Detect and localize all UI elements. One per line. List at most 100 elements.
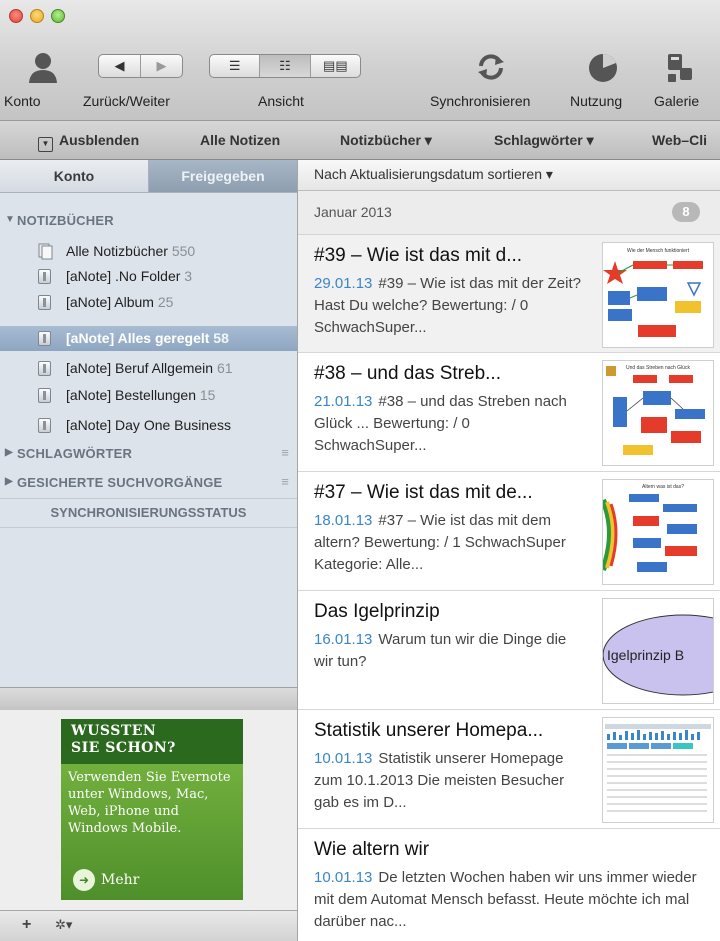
forward-button[interactable]: ▶ bbox=[141, 55, 182, 77]
note-thumbnail: Igelprinzip B bbox=[602, 598, 714, 704]
note-item[interactable]: Das Igelprinzip 16.01.13 Warum tun wir di… bbox=[298, 591, 720, 710]
disclosure-closed-icon: ▶ bbox=[5, 447, 13, 458]
notebook-count: 15 bbox=[199, 387, 216, 403]
note-title: Wie altern wir bbox=[314, 839, 430, 860]
disclosure-closed-icon: ▶ bbox=[5, 476, 13, 487]
note-snippet: 10.01.13 De letzten Wochen haben wir uns … bbox=[314, 867, 709, 933]
note-title: #37 – Wie ist das mit de... bbox=[314, 482, 533, 503]
note-date: 29.01.13 bbox=[314, 275, 373, 292]
month-header: Januar 2013 8 bbox=[298, 191, 720, 235]
arrow-right-icon: ➜ bbox=[73, 869, 95, 891]
sort-menu[interactable]: Nach Aktualisierungsdatum sortieren ▾ bbox=[314, 166, 553, 183]
month-count-badge: 8 bbox=[672, 202, 700, 222]
note-title: Statistik unserer Homepa... bbox=[314, 720, 544, 741]
notebook-label: Alle Notizbücher 550 bbox=[66, 243, 195, 259]
account-label: Konto bbox=[4, 93, 41, 109]
sync-status-button[interactable]: SYNCHRONISIERUNGSSTATUS bbox=[0, 498, 297, 528]
back-button[interactable]: ◀ bbox=[99, 55, 141, 77]
notebook-label: [aNote] .No Folder 3 bbox=[66, 268, 192, 284]
thumbnail-caption: Wie der Mensch funktioniert bbox=[627, 248, 690, 254]
notebook-item[interactable]: [aNote] Bestellungen 15 bbox=[0, 383, 297, 408]
add-button[interactable]: + bbox=[22, 916, 31, 934]
ad-more-label: Mehr bbox=[101, 872, 140, 888]
note-snippet: 29.01.13 #39 – Wie ist das mit der Zeit? … bbox=[314, 273, 586, 339]
web-clip-button[interactable]: Web–Cli bbox=[652, 132, 707, 148]
thumbnail-caption: Altern was ist das? bbox=[642, 484, 684, 490]
notebook-item[interactable]: Alle Notizbücher 550 bbox=[0, 239, 297, 264]
gallery-icon[interactable] bbox=[665, 52, 695, 84]
sidebar-bottom-bar: + ✲▾ bbox=[0, 910, 297, 941]
ad-area: WUSSTEN SIE SCHON? Verwenden Sie Evernote… bbox=[0, 710, 297, 910]
section-menu-icon[interactable]: ≡ bbox=[281, 445, 289, 460]
note-item[interactable]: #38 – und das Streb... 21.01.13 #38 – und… bbox=[298, 353, 720, 472]
snippet-view-button[interactable]: ☷ bbox=[260, 55, 311, 77]
navigation-bar: ▼ Ausblenden Alle Notizen Notizbücher ▾ S… bbox=[0, 121, 720, 160]
saved-searches-section-header[interactable]: ▶ GESICHERTE SUCHVORGÄNGE ≡ bbox=[0, 470, 297, 496]
all-notes-button[interactable]: Alle Notizen bbox=[200, 132, 280, 148]
view-label: Ansicht bbox=[258, 93, 304, 109]
tab-shared[interactable]: Freigegeben bbox=[149, 160, 297, 192]
note-item-selected[interactable]: #39 – Wie ist das mit d... 29.01.13 #39 –… bbox=[298, 235, 720, 353]
hide-panel-icon: ▼ bbox=[38, 137, 53, 152]
tags-section-header[interactable]: ▶ SCHLAGWÖRTER ≡ bbox=[0, 441, 297, 467]
back-forward-control: ◀ ▶ bbox=[98, 54, 183, 78]
note-item[interactable]: Statistik unserer Homepa... 10.01.13 Stat… bbox=[298, 710, 720, 829]
month-label: Januar 2013 bbox=[314, 204, 392, 220]
notebook-name: Alle Notizbücher bbox=[66, 243, 168, 259]
notebook-count: 61 bbox=[216, 360, 233, 376]
note-date: 16.01.13 bbox=[314, 631, 373, 648]
card-view-icon: ▤▤ bbox=[323, 58, 348, 73]
notebook-icon bbox=[38, 388, 51, 403]
did-you-know-ad[interactable]: WUSSTEN SIE SCHON? Verwenden Sie Evernote… bbox=[61, 719, 243, 900]
notebooks-section-header[interactable]: ▼ NOTIZBÜCHER bbox=[0, 208, 297, 234]
tags-menu[interactable]: Schlagwörter ▾ bbox=[494, 132, 594, 149]
list-view-button[interactable]: ☰ bbox=[210, 55, 261, 77]
notebook-icon bbox=[38, 269, 51, 284]
minimize-window-button[interactable] bbox=[30, 9, 44, 23]
ad-text: Verwenden Sie Evernote unter Windows, Ma… bbox=[68, 770, 231, 836]
gear-menu-icon[interactable]: ✲▾ bbox=[55, 917, 72, 933]
zoom-window-button[interactable] bbox=[51, 9, 65, 23]
notebook-label: [aNote] Alles geregelt 58 bbox=[66, 330, 229, 346]
hide-button[interactable]: ▼ Ausblenden bbox=[38, 132, 139, 152]
gallery-label: Galerie bbox=[654, 93, 700, 109]
note-date: 10.01.13 bbox=[314, 750, 373, 767]
notebook-item[interactable]: [aNote] Day One Business bbox=[0, 413, 297, 438]
close-window-button[interactable] bbox=[9, 9, 23, 23]
section-menu-icon[interactable]: ≡ bbox=[281, 474, 289, 489]
note-date: 18.01.13 bbox=[314, 512, 373, 529]
notebook-item[interactable]: [aNote] Album 25 bbox=[0, 290, 297, 315]
thumbnail-caption: Und das Streben nach Glück bbox=[626, 365, 690, 371]
note-item[interactable]: #37 – Wie ist das mit de... 18.01.13 #37 … bbox=[298, 472, 720, 591]
ad-more-link[interactable]: ➜ Mehr bbox=[73, 869, 139, 891]
tab-account[interactable]: Konto bbox=[0, 160, 149, 192]
notebook-item[interactable]: [aNote] .No Folder 3 bbox=[0, 264, 297, 289]
notebook-icon bbox=[38, 295, 51, 310]
card-view-button[interactable]: ▤▤ bbox=[311, 55, 360, 77]
ad-title-line2: SIE SCHON? bbox=[71, 740, 176, 756]
notebook-count: 25 bbox=[157, 294, 174, 310]
ad-title: WUSSTEN SIE SCHON? bbox=[71, 723, 176, 757]
notebooks-menu[interactable]: Notizbücher ▾ bbox=[340, 132, 432, 149]
note-snippet: 10.01.13 Statistik unserer Homepage zum 1… bbox=[314, 748, 586, 814]
sort-bar[interactable]: Nach Aktualisierungsdatum sortieren ▾ bbox=[298, 160, 720, 191]
note-date: 21.01.13 bbox=[314, 393, 373, 410]
notebook-item[interactable]: [aNote] Beruf Allgemein 61 bbox=[0, 356, 297, 381]
snippet-view-icon: ☷ bbox=[279, 58, 291, 73]
notebook-count: 550 bbox=[171, 243, 196, 259]
notebook-count: 58 bbox=[213, 330, 229, 346]
note-date: 10.01.13 bbox=[314, 869, 373, 886]
forward-arrow-icon: ▶ bbox=[156, 58, 167, 73]
hide-label: Ausblenden bbox=[59, 132, 140, 148]
usage-pie-icon[interactable] bbox=[587, 52, 619, 84]
sync-icon[interactable] bbox=[474, 50, 508, 84]
notebook-label: [aNote] Bestellungen 15 bbox=[66, 387, 215, 403]
note-item[interactable]: Wie altern wir 10.01.13 De letzten Wochen… bbox=[298, 829, 720, 941]
tags-section-label: SCHLAGWÖRTER bbox=[17, 446, 133, 461]
notebook-item-selected[interactable]: [aNote] Alles geregelt 58 bbox=[0, 326, 297, 351]
notebook-label: [aNote] Beruf Allgemein 61 bbox=[66, 360, 233, 376]
account-icon[interactable] bbox=[26, 50, 60, 84]
list-view-icon: ☰ bbox=[228, 58, 241, 73]
notebook-label: [aNote] Album 25 bbox=[66, 294, 173, 310]
sidebar-splitter[interactable] bbox=[0, 687, 297, 711]
